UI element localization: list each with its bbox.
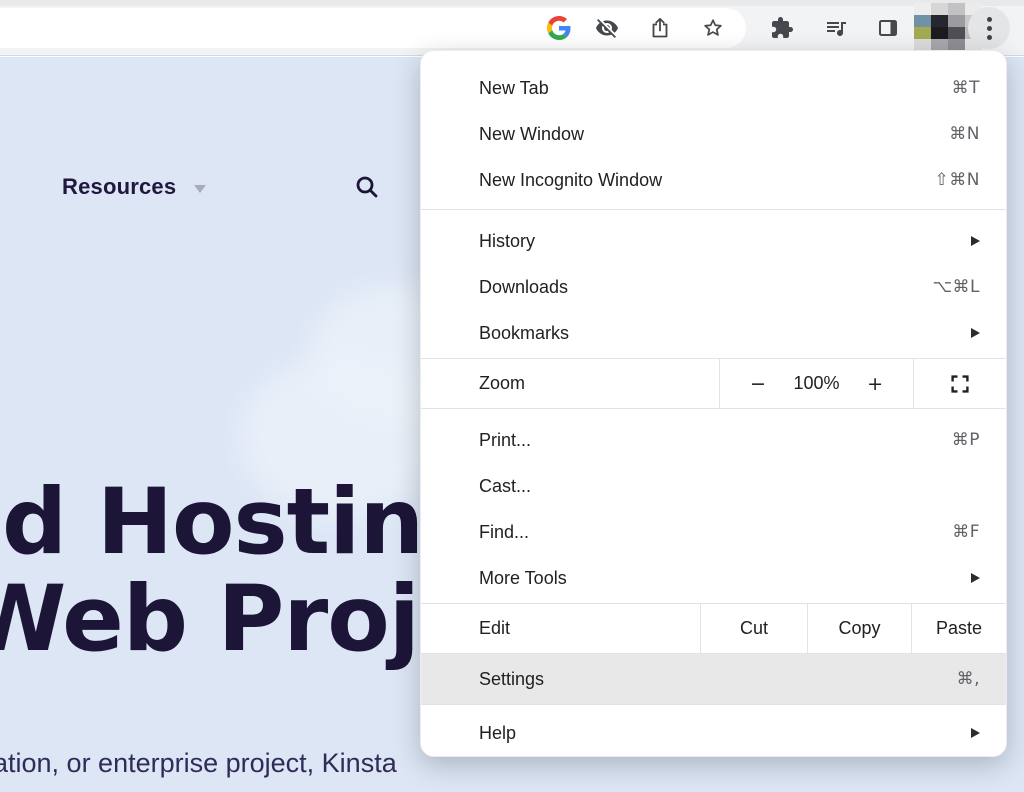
menu-section-help: Help [421,705,1006,756]
menu-item-label: Bookmarks [479,323,971,344]
menu-item-label: More Tools [479,568,971,589]
submenu-arrow-icon [971,328,980,338]
dot [987,17,992,22]
paste-label: Paste [936,618,982,639]
avatar-mosaic-cell [931,27,948,39]
menu-item-cast[interactable]: Cast... [421,463,1006,509]
avatar-mosaic-cell [914,15,931,27]
menu-item-label: History [479,231,971,252]
browser-window: Resources d Hosting Web Project ation, o… [0,0,1024,792]
menu-item-history[interactable]: History [421,218,1006,264]
media-playlist-icon[interactable] [823,15,849,41]
paste-button[interactable]: Paste [911,604,1006,653]
menu-item-label: Settings [479,669,957,690]
chrome-app-menu: New Tab ⌘T New Window ⌘N New Incognito W… [420,50,1007,757]
menu-item-label: New Incognito Window [479,170,935,191]
browser-toolbar [0,0,1024,56]
menu-item-bookmarks[interactable]: Bookmarks [421,310,1006,356]
shortcut-label: ⌘T [952,78,980,98]
shortcut-label: ⌘, [957,669,980,689]
shortcut-label: ⇧⌘N [935,170,980,190]
menu-item-find[interactable]: Find... ⌘F [421,509,1006,555]
shortcut-label: ⌥⌘L [932,277,980,297]
copy-button[interactable]: Copy [807,604,911,653]
window-top-strip [0,0,1024,6]
side-panel-icon[interactable] [875,15,901,41]
google-logo-icon [546,15,572,41]
nav-resources-label: Resources [62,174,176,200]
menu-edit-row: Edit Cut Copy Paste [421,604,1006,653]
chevron-down-icon [194,185,206,193]
dot [987,26,992,31]
submenu-arrow-icon [971,236,980,246]
hidden-eye-icon[interactable] [594,15,620,41]
avatar-mosaic-cell [914,3,931,15]
zoom-level-value: 100% [793,373,839,394]
copy-label: Copy [838,618,880,639]
extensions-puzzle-icon[interactable] [769,15,795,41]
dot [987,35,992,40]
shortcut-label: ⌘N [949,124,980,144]
menu-item-new-tab[interactable]: New Tab ⌘T [421,65,1006,111]
menu-item-label: Find... [479,522,952,543]
menu-item-label: Print... [479,430,952,451]
menu-item-new-incognito-window[interactable]: New Incognito Window ⇧⌘N [421,157,1006,203]
edit-label: Edit [479,618,510,639]
avatar-mosaic-cell [914,27,931,39]
submenu-arrow-icon [971,728,980,738]
nav-item-resources[interactable]: Resources [62,174,206,200]
zoom-controls: − 100% + [719,359,914,408]
menu-item-new-window[interactable]: New Window ⌘N [421,111,1006,157]
avatar-mosaic-cell [931,3,948,15]
menu-item-downloads[interactable]: Downloads ⌥⌘L [421,264,1006,310]
menu-item-more-tools[interactable]: More Tools [421,555,1006,601]
menu-item-label: Downloads [479,277,932,298]
bookmark-star-icon[interactable] [700,15,726,41]
address-bar[interactable] [0,8,746,48]
menu-item-label: New Tab [479,78,952,99]
menu-zoom-row: Zoom − 100% + [421,359,1006,408]
menu-item-label: Cast... [479,476,980,497]
menu-item-print[interactable]: Print... ⌘P [421,417,1006,463]
menu-item-label: New Window [479,124,949,145]
menu-section-tabs: New Tab ⌘T New Window ⌘N New Incognito W… [421,51,1006,209]
edit-label-cell: Edit [421,604,700,653]
menu-item-help[interactable]: Help [421,710,1006,756]
search-icon[interactable] [353,173,381,201]
cut-button[interactable]: Cut [700,604,807,653]
submenu-arrow-icon [971,573,980,583]
hero-paragraph: ation, or enterprise project, Kinsta [0,748,397,779]
menu-item-settings[interactable]: Settings ⌘, [421,654,1006,704]
avatar-mosaic-cell [948,27,965,39]
menu-dots-button[interactable] [968,7,1010,49]
avatar-mosaic-cell [931,15,948,27]
zoom-out-button[interactable]: − [750,373,766,395]
zoom-in-button[interactable]: + [867,373,883,395]
shortcut-label: ⌘P [952,430,980,450]
fullscreen-icon [950,374,970,394]
zoom-label: Zoom [479,373,525,394]
fullscreen-button[interactable] [914,359,1006,408]
zoom-label-cell: Zoom [421,359,719,408]
cut-label: Cut [740,618,768,639]
hero-heading-line1: d Hosting [2,477,487,568]
avatar-mosaic-cell [948,15,965,27]
menu-section-history: History Downloads ⌥⌘L Bookmarks [421,210,1006,358]
share-icon[interactable] [647,15,673,41]
menu-item-label: Help [479,723,971,744]
shortcut-label: ⌘F [952,522,980,542]
menu-section-tools: Print... ⌘P Cast... Find... ⌘F More Tool… [421,409,1006,603]
avatar-mosaic-cell [948,3,965,15]
